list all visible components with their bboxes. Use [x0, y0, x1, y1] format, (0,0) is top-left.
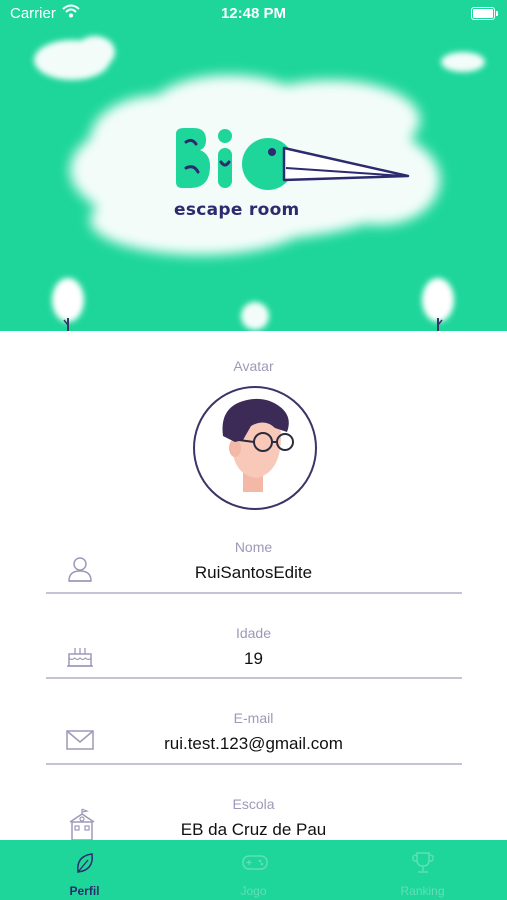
email-field[interactable]: rui.test.123@gmail.com — [0, 734, 507, 754]
school-field[interactable]: EB da Cruz de Pau — [0, 820, 507, 840]
tree-right-icon — [422, 278, 454, 331]
status-time: 12:48 PM — [220, 5, 287, 22]
leaf-icon — [77, 853, 93, 873]
tab-jogo-label: Jogo — [240, 884, 267, 898]
name-field[interactable]: RuiSantosEdite — [0, 563, 507, 583]
avatar-button[interactable] — [193, 386, 317, 510]
tab-ranking-label: Ranking — [400, 884, 445, 898]
tree-left-icon — [52, 278, 84, 331]
name-field-underline — [46, 592, 462, 594]
status-bar: Carrier 12:48 PM — [0, 0, 507, 30]
email-field-underline — [46, 763, 462, 765]
hero-banner: escape room — [0, 0, 507, 331]
tab-perfil[interactable]: Perfil — [0, 840, 169, 900]
tab-jogo[interactable]: Jogo — [169, 840, 338, 900]
hero-illustration — [34, 36, 485, 331]
email-label: E-mail — [233, 710, 274, 726]
avatar-label: Avatar — [233, 358, 274, 374]
tab-ranking[interactable]: Ranking — [338, 840, 507, 900]
tab-bar: Perfil Jogo Ranking — [0, 840, 507, 900]
controller-icon — [242, 855, 268, 870]
battery-icon — [471, 7, 498, 20]
brand-subtitle: escape room — [174, 200, 300, 220]
age-label: Idade — [235, 625, 272, 641]
age-field-underline — [46, 677, 462, 679]
tab-perfil-label: Perfil — [69, 884, 100, 898]
avatar-image — [222, 398, 294, 492]
age-field[interactable]: 19 — [0, 649, 507, 669]
trophy-icon — [412, 852, 434, 873]
name-label: Nome — [234, 539, 273, 555]
